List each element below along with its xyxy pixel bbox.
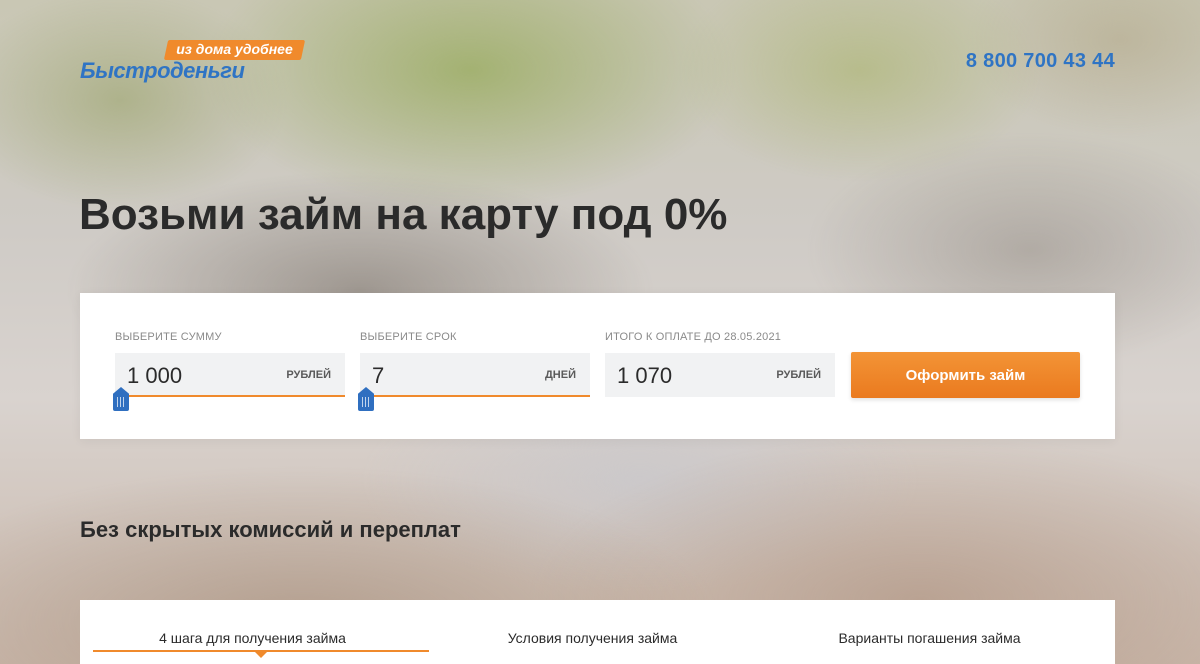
term-value: 7 [372, 363, 385, 388]
term-input[interactable]: 7 ДНЕЙ [358, 353, 590, 411]
term-label: ВЫБЕРИТЕ СРОК [360, 331, 457, 343]
amount-field: ВЫБЕРИТЕ СУММУ 1 000 РУБЛЕЙ [113, 331, 345, 411]
amount-unit: РУБЛЕЙ [286, 369, 331, 381]
phone-link[interactable]: 8 800 700 43 44 [966, 50, 1115, 73]
logo-name: Быстроденьги [80, 58, 245, 83]
total-label: ИТОГО К ОПЛАТЕ ДО 28.05.2021 [605, 331, 782, 343]
amount-input[interactable]: 1 000 РУБЛЕЙ [113, 353, 345, 411]
logo-tagline: из дома удобнее [176, 41, 293, 57]
logo-tagline-badge: из дома удобнее [163, 40, 305, 60]
tab-label: Варианты погашения займа [838, 630, 1021, 646]
amount-value: 1 000 [127, 363, 183, 388]
logo[interactable]: из дома удобнее Быстроденьги [80, 40, 305, 90]
amount-slider-handle[interactable] [113, 387, 129, 411]
total-display: 1 070 РУБЛЕЙ [605, 353, 835, 397]
amount-label: ВЫБЕРИТЕ СУММУ [115, 331, 222, 343]
term-field: ВЫБЕРИТЕ СРОК 7 ДНЕЙ [358, 331, 590, 411]
total-value: 1 070 [617, 363, 673, 388]
info-tabs: 4 шага для получения займа Условия получ… [80, 600, 1115, 664]
loan-calculator: ВЫБЕРИТЕ СУММУ 1 000 РУБЛЕЙ ВЫБЕРИТЕ СРО… [80, 293, 1115, 439]
tab-repayment[interactable]: Варианты погашения займа [762, 630, 1097, 646]
total-field: ИТОГО К ОПЛАТЕ ДО 28.05.2021 1 070 РУБЛЕ… [605, 331, 835, 397]
term-unit: ДНЕЙ [544, 369, 576, 381]
page-title: Возьми займ на карту под 0% [79, 190, 728, 239]
tab-label: 4 шага для получения займа [159, 630, 346, 646]
tab-conditions[interactable]: Условия получения займа [425, 630, 760, 646]
section-title: Без скрытых комиссий и переплат [80, 517, 461, 542]
tab-label: Условия получения займа [507, 630, 678, 646]
apply-loan-button[interactable]: Оформить займ [851, 352, 1080, 398]
tab-steps[interactable]: 4 шага для получения займа [85, 630, 429, 658]
tab-active-caret-icon [255, 652, 267, 658]
term-slider-handle[interactable] [358, 387, 374, 411]
total-unit: РУБЛЕЙ [776, 369, 821, 381]
